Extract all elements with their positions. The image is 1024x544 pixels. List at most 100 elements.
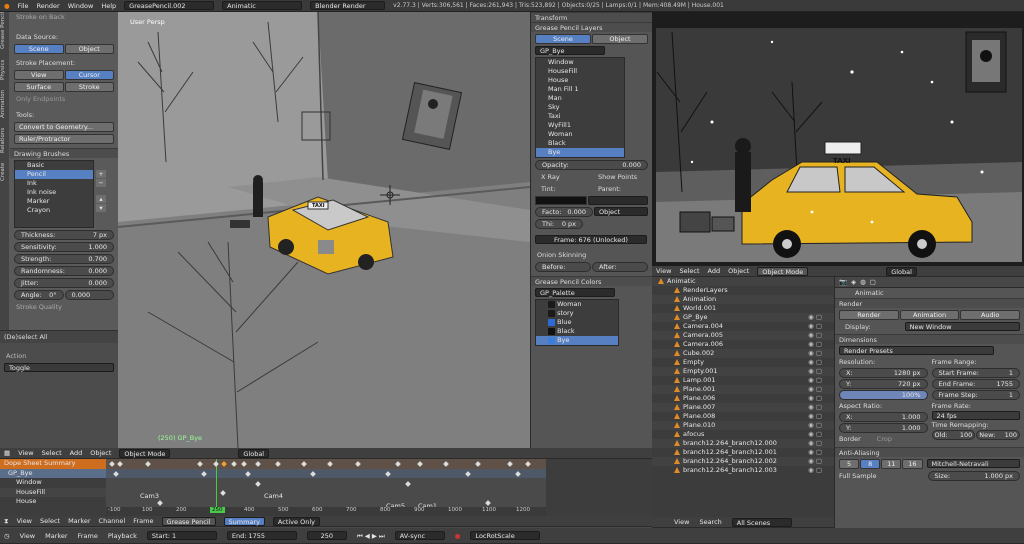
outliner-search-menu[interactable]: Search	[699, 517, 721, 527]
parent-type-select[interactable]: Object	[594, 207, 648, 216]
current-frame-badge[interactable]: 250	[210, 507, 225, 513]
convert-geometry-button[interactable]: Convert to Geometry...	[14, 122, 114, 132]
aa-samples-16-button[interactable]: 16	[902, 459, 923, 469]
gp-layers-header[interactable]: Grease Pencil Layers	[531, 22, 652, 32]
menu-help[interactable]: Help	[101, 2, 116, 10]
object-tab-icon[interactable]: ▢	[870, 277, 876, 287]
action-select[interactable]: Toggle	[4, 363, 114, 372]
outliner-item[interactable]: afocus ◉ ▢	[652, 430, 834, 439]
outliner-item[interactable]: World.001	[652, 304, 834, 313]
start-frame-field[interactable]: Start: 1	[146, 531, 217, 540]
camera-view[interactable]: TAXI	[652, 12, 1024, 266]
resolution-y-field[interactable]: Y: 720 px	[839, 379, 928, 389]
ds2-frame-menu[interactable]: Frame	[133, 516, 153, 526]
ruler-protractor-button[interactable]: Ruler/Protractor	[14, 134, 114, 144]
channel-row[interactable]: Window	[0, 478, 106, 488]
thickness-slider[interactable]: Thickness: 7 px	[14, 230, 114, 240]
autokey-icon[interactable]: ●	[455, 528, 461, 543]
visibility-icon[interactable]: ◉ ▢	[808, 466, 822, 475]
visibility-icon[interactable]: ◉ ▢	[808, 349, 822, 358]
resolution-percentage-field[interactable]: 100%	[839, 390, 928, 400]
filter-size-field[interactable]: Size: 1.000 px	[927, 471, 1020, 481]
randomness-slider[interactable]: Randomness: 0.000	[14, 266, 114, 276]
list-item[interactable]: Pencil	[15, 170, 93, 179]
outliner-item[interactable]: branch12.264_branch12.002 ◉ ▢	[652, 457, 834, 466]
visibility-icon[interactable]: ◉ ▢	[808, 421, 822, 430]
outliner-item[interactable]: Camera.004 ◉ ▢	[652, 322, 834, 331]
visibility-icon[interactable]: ◉ ▢	[808, 430, 822, 439]
layer-thickness-slider[interactable]: Thi: 0 px	[535, 219, 583, 229]
gp-datablock-field[interactable]: GP_Bye	[535, 46, 605, 55]
visibility-icon[interactable]: ◉ ▢	[808, 322, 822, 331]
ds-summary-toggle[interactable]: Summary	[223, 516, 265, 526]
end-frame-field[interactable]: End Frame: 1755	[931, 379, 1020, 389]
render-animation-button[interactable]: Animation	[899, 310, 960, 320]
outliner-item[interactable]: RenderLayers	[652, 286, 834, 295]
outliner-item[interactable]: Plane.008 ◉ ▢	[652, 412, 834, 421]
screen-layout-field[interactable]: GreasePencil.002	[124, 1, 215, 10]
marker-cam4[interactable]: Cam4	[264, 492, 283, 500]
list-item[interactable]: Blue	[536, 318, 618, 327]
angle-slider[interactable]: Angle: 0°	[14, 290, 64, 300]
render-tab-icon[interactable]: 📷	[839, 277, 847, 287]
list-item[interactable]: Black	[536, 327, 618, 336]
full-sample-checkbox[interactable]: Full Sample	[839, 471, 924, 481]
channel-row[interactable]: House	[0, 497, 106, 507]
frame-step-field[interactable]: Frame Step: 1	[931, 390, 1020, 400]
outliner-display-select[interactable]: All Scenes	[731, 517, 792, 527]
list-item[interactable]: Black	[536, 139, 624, 148]
header-select-menu[interactable]: Select	[679, 266, 699, 276]
crop-checkbox[interactable]: Crop	[871, 434, 898, 444]
editor-type-icon[interactable]: ▦	[4, 448, 10, 458]
tl-playback-menu[interactable]: Playback	[108, 528, 137, 543]
menu-render[interactable]: Render	[37, 2, 60, 10]
resolution-x-field[interactable]: X: 1280 px	[839, 368, 928, 378]
ds-add-menu[interactable]: Add	[70, 448, 83, 458]
tl-view-menu[interactable]: View	[20, 528, 35, 543]
gp-source-scene-button[interactable]: Scene	[535, 34, 591, 44]
tab-relations[interactable]: Relations	[0, 128, 9, 153]
show-points-checkbox[interactable]: Show Points	[592, 172, 648, 182]
remap-old-field[interactable]: Old: 100	[931, 430, 976, 440]
outliner-item[interactable]: Plane.006 ◉ ▢	[652, 394, 834, 403]
onion-after-field[interactable]: After:	[592, 262, 648, 272]
marker-cam3[interactable]: Cam3	[140, 492, 159, 500]
dopesheet-keyframes[interactable]: Cam3 Cam4 Cam5 Cam1 -100 100 200 300 400…	[106, 459, 546, 516]
list-item[interactable]: Marker	[15, 197, 93, 206]
outliner-item[interactable]: Camera.006 ◉ ▢	[652, 340, 834, 349]
timeline-editor-icon[interactable]: ◷	[4, 528, 10, 543]
placement-stroke-button[interactable]: Stroke	[64, 82, 114, 92]
list-item[interactable]: House	[536, 76, 624, 85]
aa-samples-5-button[interactable]: 5	[839, 459, 860, 469]
frame-rate-select[interactable]: 24 fps	[931, 411, 1020, 420]
mode-select[interactable]: Object Mode	[757, 266, 809, 276]
end-frame-field[interactable]: End: 1755	[226, 531, 297, 540]
ds-orientation-select[interactable]: Global	[238, 448, 270, 458]
list-item[interactable]: Taxi	[536, 112, 624, 121]
sync-mode-select[interactable]: AV-sync	[394, 531, 445, 540]
render-presets-select[interactable]: Render Presets	[839, 346, 994, 355]
tab-animation[interactable]: Animation	[0, 90, 9, 118]
frame-lock-field[interactable]: Frame: 676 (Unlocked)	[535, 235, 647, 244]
tl-frame-menu[interactable]: Frame	[78, 528, 98, 543]
ds2-select-menu[interactable]: Select	[40, 516, 60, 526]
3d-viewport[interactable]: User Persp TAXI (250) GP_Bye	[118, 12, 530, 448]
menu-window[interactable]: Window	[68, 2, 94, 10]
visibility-icon[interactable]: ◉ ▢	[808, 394, 822, 403]
visibility-icon[interactable]: ◉ ▢	[808, 313, 822, 322]
onion-before-field[interactable]: Before:	[535, 262, 591, 272]
outliner-item[interactable]: branch12.264_branch12.000 ◉ ▢	[652, 439, 834, 448]
move-down-icon[interactable]: ▾	[96, 204, 106, 212]
ds-mode-gp-select[interactable]: Grease Pencil	[161, 516, 216, 526]
tl-marker-menu[interactable]: Marker	[45, 528, 67, 543]
list-item[interactable]: Bye	[536, 336, 618, 345]
outliner-item[interactable]: Lamp.001 ◉ ▢	[652, 376, 834, 385]
list-item[interactable]: Woman	[536, 300, 618, 309]
onion-skinning-checkbox[interactable]: Onion Skinning	[531, 250, 652, 260]
outliner-item[interactable]: Animation	[652, 295, 834, 304]
header-view-menu[interactable]: View	[656, 266, 671, 276]
tab-physics[interactable]: Physics	[0, 59, 9, 79]
outliner-item[interactable]: Cube.002 ◉ ▢	[652, 349, 834, 358]
aspect-x-field[interactable]: X: 1.000	[839, 412, 928, 422]
dopesheet-scrollbar[interactable]	[546, 459, 652, 516]
